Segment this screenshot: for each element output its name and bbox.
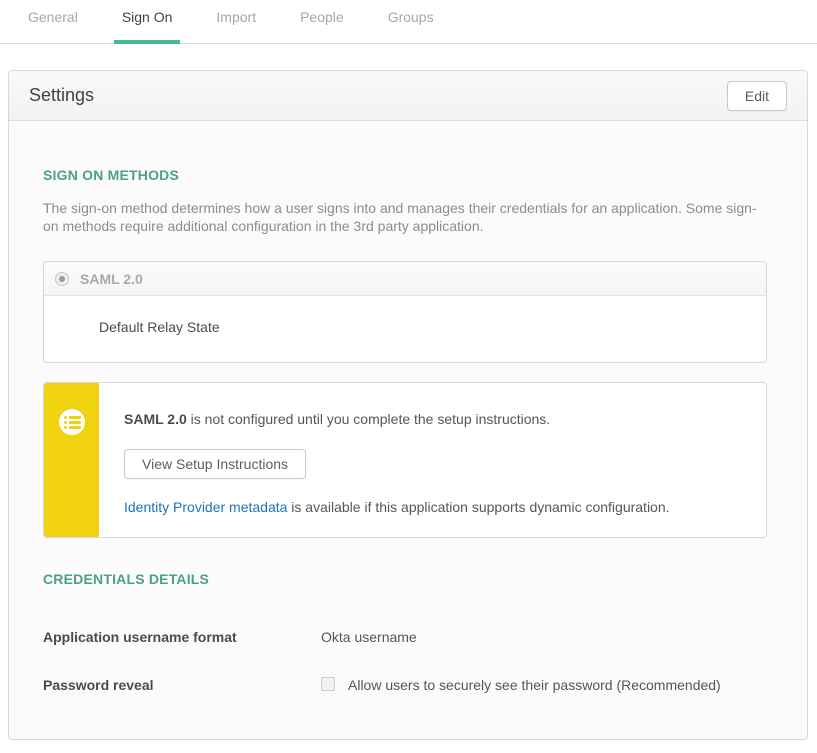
- settings-card: Settings Edit SIGN ON METHODS The sign-o…: [8, 70, 808, 740]
- notice-message-text: is not configured until you complete the…: [187, 411, 550, 427]
- sign-on-methods-heading: SIGN ON METHODS: [43, 121, 767, 183]
- password-reveal-checkbox-label: Allow users to securely see their passwo…: [348, 677, 721, 693]
- application-username-format-row: Application username format Okta usernam…: [43, 629, 767, 645]
- password-reveal-checkbox[interactable]: [321, 677, 335, 691]
- notice-message-bold: SAML 2.0: [124, 411, 187, 427]
- application-username-format-label: Application username format: [43, 629, 321, 645]
- saml-method-box: SAML 2.0 Default Relay State: [43, 261, 767, 363]
- settings-card-header: Settings Edit: [9, 71, 807, 121]
- tab-groups[interactable]: Groups: [380, 0, 442, 44]
- tab-people[interactable]: People: [292, 0, 352, 44]
- app-tab-bar: General Sign On Import People Groups: [0, 0, 817, 44]
- tab-general[interactable]: General: [20, 0, 86, 44]
- setup-instructions-list-icon: [59, 409, 85, 435]
- credentials-details-heading: CREDENTIALS DETAILS: [43, 538, 767, 587]
- saml-method-header: SAML 2.0: [44, 262, 766, 296]
- saml-radio-button[interactable]: [55, 272, 69, 286]
- tab-import[interactable]: Import: [208, 0, 264, 44]
- view-setup-instructions-button[interactable]: View Setup Instructions: [124, 449, 306, 479]
- password-reveal-row: Password reveal Allow users to securely …: [43, 677, 767, 739]
- notice-yellow-strip: [44, 383, 99, 537]
- setup-notice-banner: SAML 2.0 is not configured until you com…: [43, 382, 767, 538]
- notice-content: SAML 2.0 is not configured until you com…: [99, 383, 690, 537]
- saml-method-label: SAML 2.0: [80, 271, 143, 287]
- notice-metadata-line: Identity Provider metadata is available …: [124, 499, 670, 515]
- identity-provider-metadata-link[interactable]: Identity Provider metadata: [124, 499, 287, 515]
- settings-card-body: SIGN ON METHODS The sign-on method deter…: [9, 121, 807, 739]
- notice-metadata-suffix: is available if this application support…: [287, 499, 669, 515]
- edit-button[interactable]: Edit: [727, 81, 787, 111]
- page-title: Settings: [29, 85, 94, 106]
- default-relay-state-label: Default Relay State: [44, 296, 766, 362]
- sign-on-methods-description: The sign-on method determines how a user…: [43, 199, 767, 235]
- notice-message: SAML 2.0 is not configured until you com…: [124, 411, 670, 427]
- application-username-format-value: Okta username: [321, 629, 417, 645]
- tab-sign-on[interactable]: Sign On: [114, 0, 181, 44]
- password-reveal-label: Password reveal: [43, 677, 321, 693]
